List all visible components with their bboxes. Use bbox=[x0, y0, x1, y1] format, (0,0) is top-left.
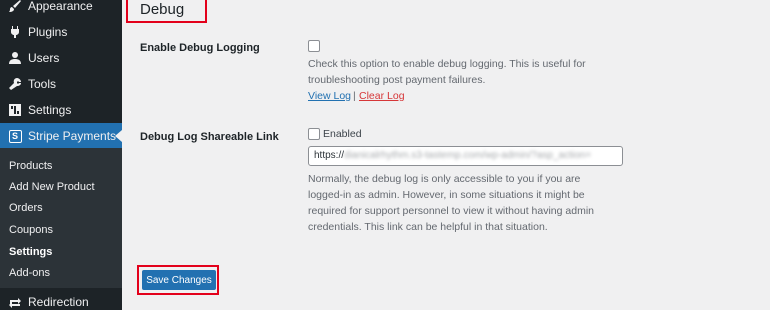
sidebar-item-redirection[interactable]: Redirection bbox=[0, 289, 122, 310]
submenu-item-add-new-product[interactable]: Add New Product bbox=[9, 181, 95, 193]
sidebar-item-label: Redirection bbox=[28, 295, 89, 309]
shareable-link-description: Normally, the debug log is only accessib… bbox=[308, 173, 594, 233]
link-separator: | bbox=[353, 90, 356, 102]
shareable-link-input[interactable]: https://dianicalrhythm.s3-tastemp.com/wp… bbox=[308, 146, 623, 166]
sidebar-item-appearance[interactable]: Appearance bbox=[0, 0, 122, 19]
sidebar-item-label: Tools bbox=[28, 77, 57, 91]
submenu-item-add-ons[interactable]: Add-ons bbox=[9, 267, 50, 279]
submenu-item-products[interactable]: Products bbox=[9, 160, 52, 172]
url-prefix: https:// bbox=[314, 150, 345, 161]
url-blurred: dianicalrhythm.s3-tastemp.com/wp-admin/?… bbox=[344, 150, 592, 161]
view-log-link[interactable]: View Log bbox=[308, 90, 351, 102]
sidebar-item-label: Settings bbox=[28, 103, 72, 117]
sidebar-item-settings[interactable]: Settings bbox=[0, 97, 122, 123]
submenu-item-orders[interactable]: Orders bbox=[9, 202, 43, 214]
submenu-item-settings[interactable]: Settings bbox=[9, 246, 52, 258]
sidebar-item-label: Plugins bbox=[28, 25, 68, 39]
sidebar-item-plugins[interactable]: Plugins bbox=[0, 19, 122, 45]
save-changes-button[interactable]: Save Changes bbox=[142, 270, 216, 290]
debug-logging-description: Check this option to enable debug loggin… bbox=[308, 58, 586, 86]
section-title: Debug bbox=[140, 1, 185, 18]
sidebar-item-users[interactable]: Users bbox=[0, 45, 122, 71]
shareable-link-label: Debug Log Shareable Link bbox=[140, 131, 279, 143]
debug-logging-checkbox[interactable] bbox=[308, 40, 320, 52]
sidebar-item-label: Users bbox=[28, 51, 60, 65]
shareable-link-checkbox-label: Enabled bbox=[323, 128, 362, 140]
sidebar-item-label: Stripe Payments bbox=[28, 129, 117, 143]
shareable-link-checkbox[interactable] bbox=[308, 128, 320, 140]
stripe-icon: S bbox=[8, 129, 22, 143]
wrench-icon bbox=[8, 77, 22, 91]
debug-logging-label: Enable Debug Logging bbox=[140, 42, 260, 54]
brush-icon bbox=[8, 0, 22, 13]
plug-icon bbox=[8, 25, 22, 39]
admin-sidebar: Appearance Plugins Users Tools Settings … bbox=[0, 0, 122, 310]
user-icon bbox=[8, 51, 22, 65]
sidebar-item-stripe-payments[interactable]: S Stripe Payments bbox=[0, 123, 122, 149]
stripe-submenu: Products Add New Product Orders Coupons … bbox=[0, 148, 122, 288]
submenu-item-coupons[interactable]: Coupons bbox=[9, 224, 53, 236]
sidebar-item-tools[interactable]: Tools bbox=[0, 71, 122, 97]
sidebar-item-label: Appearance bbox=[28, 0, 93, 13]
clear-log-link[interactable]: Clear Log bbox=[359, 90, 405, 102]
settings-icon bbox=[8, 103, 22, 117]
redirection-icon bbox=[8, 295, 22, 309]
